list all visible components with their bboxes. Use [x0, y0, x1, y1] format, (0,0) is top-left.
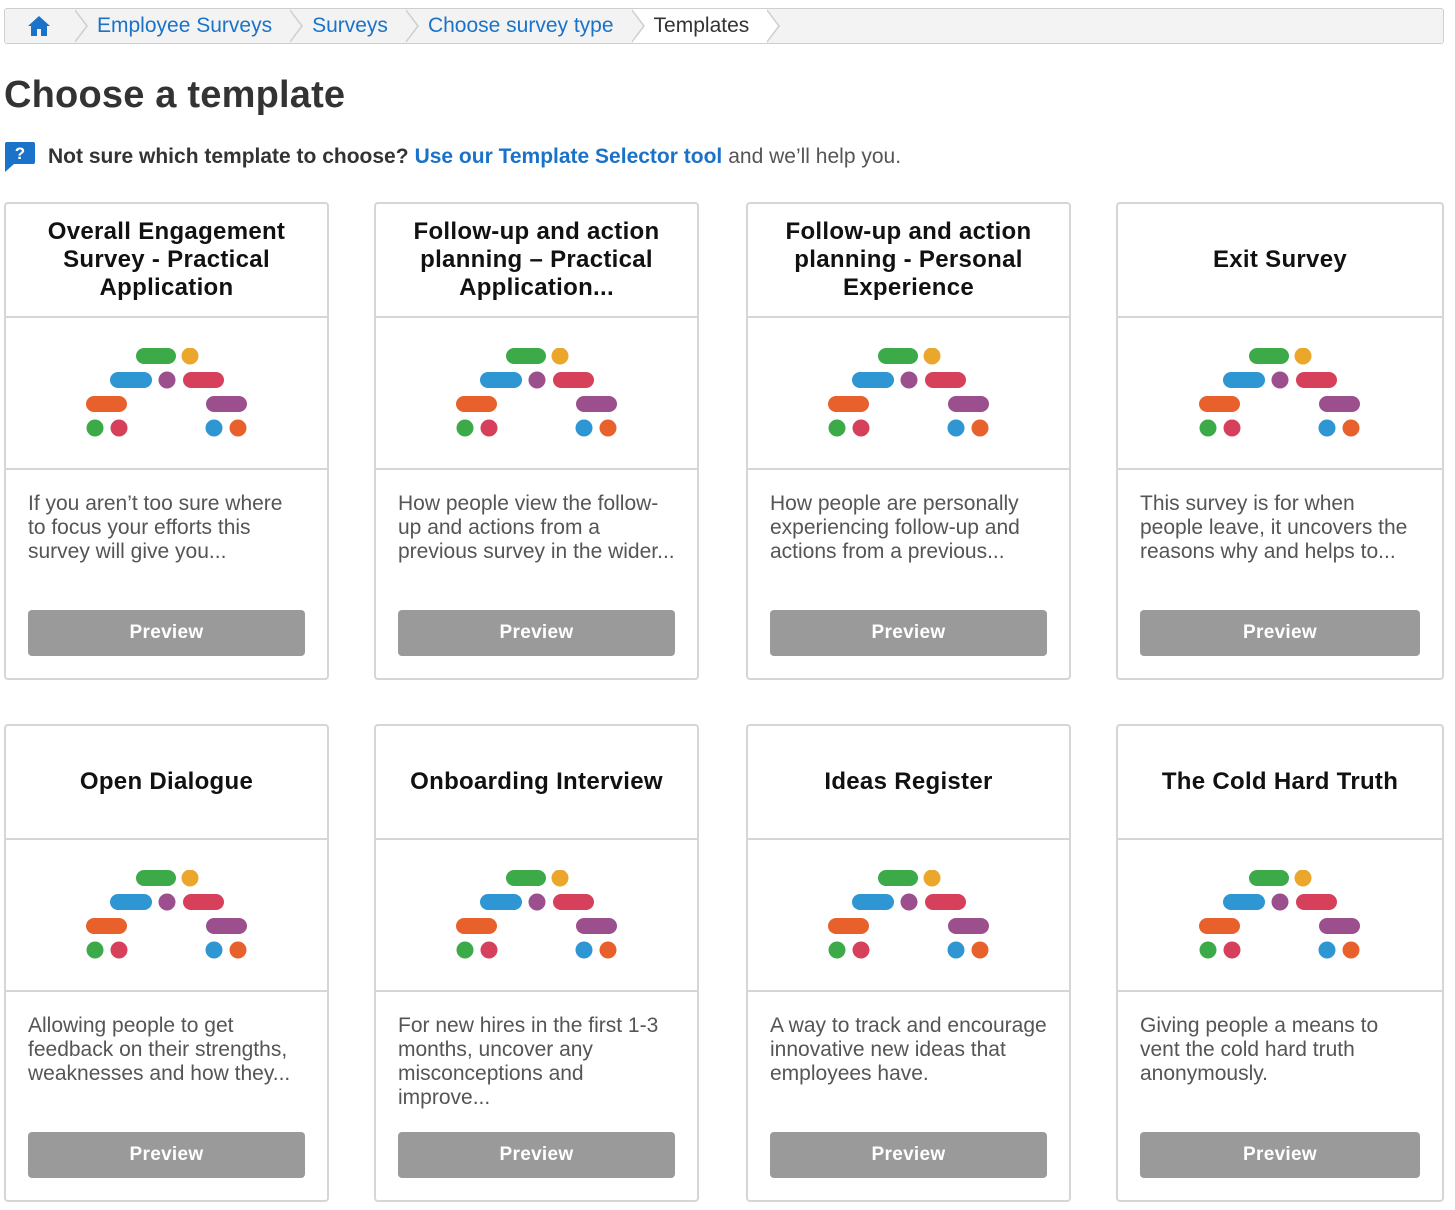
template-logo	[748, 318, 1069, 470]
survey-logo-icon	[455, 348, 617, 437]
preview-button[interactable]: Preview	[1140, 1132, 1420, 1178]
breadcrumb-surveys[interactable]: Surveys	[290, 9, 419, 43]
breadcrumb: Employee Surveys Surveys Choose survey t…	[4, 8, 1444, 44]
preview-button[interactable]: Preview	[398, 1132, 675, 1178]
survey-logo-icon	[85, 348, 247, 437]
help-prompt: Not sure which template to choose?	[48, 145, 409, 168]
template-title[interactable]: Onboarding Interview	[376, 726, 697, 840]
home-icon[interactable]	[27, 15, 51, 37]
survey-logo-icon	[455, 870, 617, 959]
template-card[interactable]: Follow-up and action planning – Practica…	[374, 202, 699, 680]
template-logo	[1118, 318, 1442, 470]
template-logo	[376, 318, 697, 470]
template-description: How people view the follow-up and action…	[398, 492, 675, 563]
template-description: If you aren’t too sure where to focus yo…	[28, 492, 283, 563]
template-description: This survey is for when people leave, it…	[1140, 492, 1408, 563]
template-card[interactable]: Onboarding Interview For new hires in th…	[374, 724, 699, 1202]
template-logo	[376, 840, 697, 992]
page-title: Choose a template	[4, 74, 346, 116]
template-logo	[748, 840, 1069, 992]
template-card[interactable]: The Cold Hard Truth Giving people a mean…	[1116, 724, 1444, 1202]
preview-button[interactable]: Preview	[28, 1132, 305, 1178]
preview-button[interactable]: Preview	[1140, 610, 1420, 656]
template-card[interactable]: Open Dialogue Allowing people to get fee…	[4, 724, 329, 1202]
template-title[interactable]: Exit Survey	[1118, 204, 1442, 318]
breadcrumb-home[interactable]	[5, 9, 88, 43]
template-description: A way to track and encourage innovative …	[770, 1014, 1047, 1085]
survey-logo-icon	[85, 870, 247, 959]
template-logo	[6, 318, 327, 470]
template-title[interactable]: Overall Engagement Survey - Practical Ap…	[6, 204, 327, 318]
template-card[interactable]: Ideas Register A way to track and encour…	[746, 724, 1071, 1202]
survey-logo-icon	[1199, 870, 1360, 959]
template-card[interactable]: Exit Survey This survey is for when peop…	[1116, 202, 1444, 680]
template-title[interactable]: Open Dialogue	[6, 726, 327, 840]
template-title[interactable]: Follow-up and action planning – Practica…	[376, 204, 697, 318]
breadcrumb-templates: Templates	[631, 9, 781, 43]
template-title[interactable]: Follow-up and action planning - Personal…	[748, 204, 1069, 318]
template-title[interactable]: Ideas Register	[748, 726, 1069, 840]
template-logo	[6, 840, 327, 992]
template-title[interactable]: The Cold Hard Truth	[1118, 726, 1442, 840]
preview-button[interactable]: Preview	[770, 1132, 1047, 1178]
template-card[interactable]: Follow-up and action planning - Personal…	[746, 202, 1071, 680]
survey-logo-icon	[827, 348, 989, 437]
help-suffix: and we’ll help you.	[728, 145, 902, 168]
breadcrumb-employee-surveys[interactable]: Employee Surveys	[75, 9, 304, 43]
svg-text:?: ?	[15, 144, 25, 163]
survey-logo-icon	[827, 870, 989, 959]
template-card[interactable]: Overall Engagement Survey - Practical Ap…	[4, 202, 329, 680]
template-logo	[1118, 840, 1442, 992]
preview-button[interactable]: Preview	[398, 610, 675, 656]
question-icon: ?	[5, 142, 35, 172]
preview-button[interactable]: Preview	[28, 610, 305, 656]
template-selector-link[interactable]: Use our Template Selector tool	[415, 145, 723, 169]
template-selector-help: ? Not sure which template to choose? Use…	[4, 141, 901, 173]
preview-button[interactable]: Preview	[770, 610, 1047, 656]
survey-logo-icon	[1199, 348, 1360, 437]
template-description: Giving people a means to vent the cold h…	[1140, 1014, 1379, 1085]
template-description: Allowing people to get feedback on their…	[28, 1014, 291, 1085]
template-description: For new hires in the first 1-3 months, u…	[398, 1014, 659, 1109]
template-description: How people are personally experiencing f…	[770, 492, 1020, 563]
breadcrumb-choose-survey-type[interactable]: Choose survey type	[405, 9, 645, 43]
